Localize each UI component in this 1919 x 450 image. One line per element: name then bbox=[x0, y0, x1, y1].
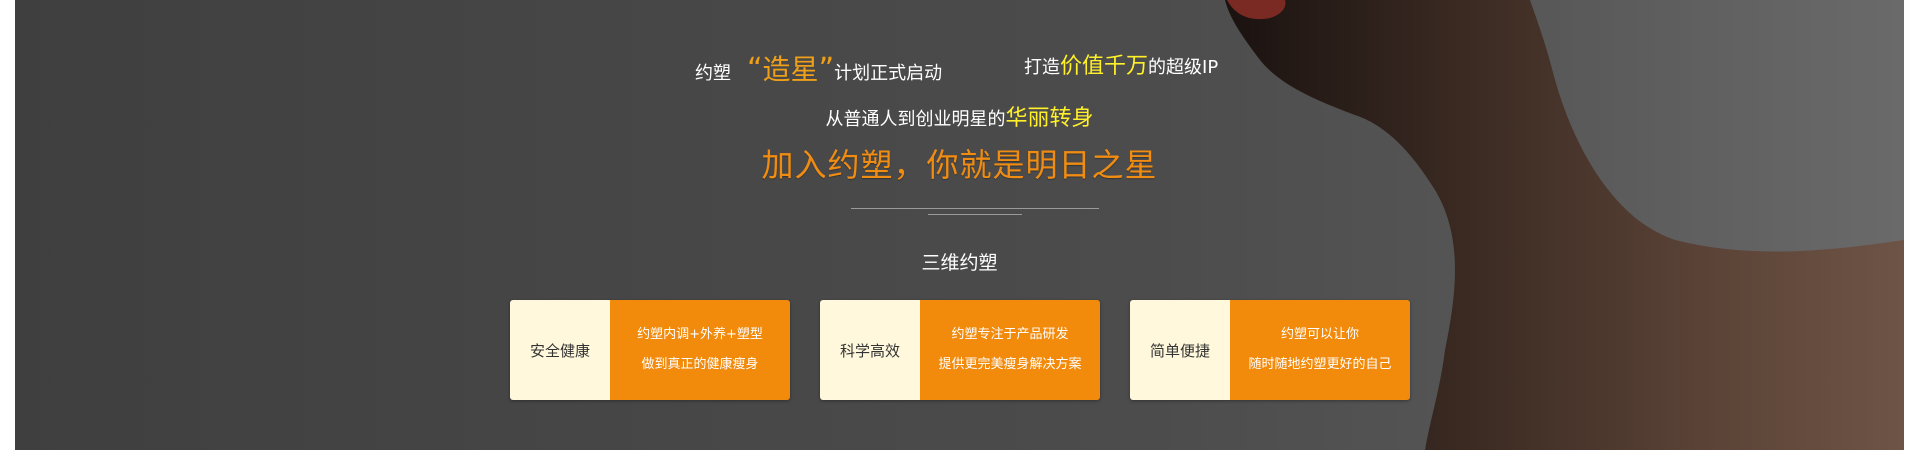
feature-card-safe: 安全健康 约塑内调+外养+塑型 做到真正的健康瘦身 bbox=[510, 300, 790, 400]
headline-part4: 的超级IP bbox=[1148, 57, 1219, 78]
feature-card-scientific: 科学高效 约塑专注于产品研发 提供更完美瘦身解决方案 bbox=[820, 300, 1100, 400]
divider-short bbox=[928, 214, 1022, 215]
subline: 从普通人到创业明星的华丽转身 bbox=[15, 100, 1904, 132]
feature-card-line1: 约塑内调+外养+塑型 bbox=[637, 327, 763, 342]
headline-highlight: 造星 bbox=[762, 53, 819, 86]
headline-quote-open: “ bbox=[747, 52, 763, 87]
subline-highlight: 华丽转身 bbox=[1005, 106, 1094, 131]
headline-part3: 打造 bbox=[1024, 57, 1060, 78]
headline-right: 打造 价值千万 的超级IP bbox=[1024, 48, 1218, 80]
feature-card-desc: 约塑可以让你 随时随地约塑更好的自己 bbox=[1230, 300, 1410, 400]
headline-part2: 计划正式启动 bbox=[834, 63, 943, 84]
feature-card-desc: 约塑内调+外养+塑型 做到真正的健康瘦身 bbox=[610, 300, 790, 400]
feature-card-line1: 约塑专注于产品研发 bbox=[951, 327, 1069, 342]
headline-highlight2: 价值千万 bbox=[1060, 54, 1149, 79]
feature-card-label: 简单便捷 bbox=[1130, 300, 1230, 400]
headline-row: 约塑 “ 造星 ” 计划正式启动 打造 价值千万 的超级IP bbox=[15, 48, 1904, 88]
divider-long bbox=[851, 208, 1099, 209]
feature-card-label: 科学高效 bbox=[820, 300, 920, 400]
subline-text: 从普通人到创业明星的 bbox=[825, 109, 1006, 130]
hero-banner: 约塑 “ 造星 ” 计划正式启动 打造 价值千万 的超级IP 从普通人到创业明星… bbox=[15, 0, 1904, 450]
headline-part1: 约塑 bbox=[695, 63, 731, 84]
slogan: 加入约塑，你就是明日之星 bbox=[761, 146, 1158, 184]
feature-cards: 安全健康 约塑内调+外养+塑型 做到真正的健康瘦身 科学高效 约塑专注于产品研发… bbox=[510, 300, 1410, 400]
headline-left: 约塑 “ 造星 ” 计划正式启动 bbox=[695, 48, 942, 88]
headline-quote-close: ” bbox=[818, 52, 835, 87]
feature-card-simple: 简单便捷 约塑可以让你 随时随地约塑更好的自己 bbox=[1130, 300, 1410, 400]
feature-card-line2: 随时随地约塑更好的自己 bbox=[1248, 357, 1392, 372]
section-title: 三维约塑 bbox=[921, 252, 998, 274]
feature-card-desc: 约塑专注于产品研发 提供更完美瘦身解决方案 bbox=[920, 300, 1100, 400]
feature-card-line2: 提供更完美瘦身解决方案 bbox=[938, 357, 1082, 372]
feature-card-line1: 约塑可以让你 bbox=[1280, 327, 1359, 342]
feature-card-line2: 做到真正的健康瘦身 bbox=[641, 357, 759, 372]
feature-card-label: 安全健康 bbox=[510, 300, 610, 400]
